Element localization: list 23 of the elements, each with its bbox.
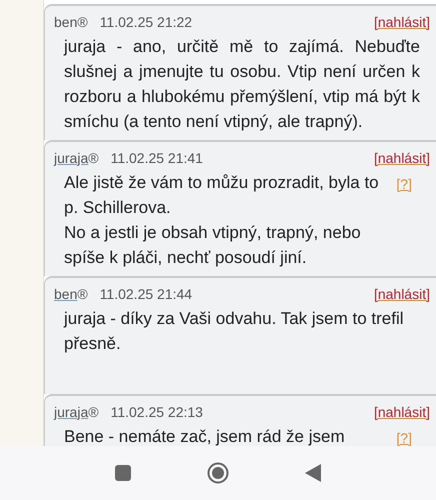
registered-mark: ®: [77, 12, 88, 32]
recents-icon[interactable]: [115, 465, 131, 481]
report-link[interactable]: [nahlásit]: [374, 12, 430, 32]
registered-mark: ®: [77, 284, 88, 304]
comment-text: juraja - díky za Vaši odvahu. Tak jsem to trefil přesně.: [64, 308, 405, 355]
report-link[interactable]: [nahlásit]: [374, 148, 430, 168]
comment-text: juraja - ano, určitě mě to zajímá. Nebuďte slušnej a jmenujte tu osobu. Vtip není určen k rozboru a hlubokému přemýšlení, vtip má být k smíchu (a tento není vtipný, ale trapný).: [64, 36, 420, 133]
comment-date: 11.02.25 21:22: [100, 12, 192, 32]
comment-date: 11.02.25 21:41: [110, 148, 203, 168]
registered-mark: ®: [88, 402, 99, 420]
report-link[interactable]: [nahlásit]: [374, 402, 430, 422]
registered-mark: ®: [88, 148, 99, 166]
author-name[interactable]: juraja: [54, 148, 88, 168]
author-name[interactable]: ben: [54, 284, 78, 304]
comment-text: Bene - nemáte zač, jsem rád že jsem: [64, 426, 346, 446]
home-icon[interactable]: [207, 462, 229, 484]
author-name[interactable]: juraja: [54, 402, 88, 422]
comment-text: Ale jistě že vám to můžu prozradit, byla to p. Schillerova. No a jestli je obsah vtipný, trapný, nebo spíše k pláči, nechť posoudí jiní.: [64, 172, 380, 269]
back-icon[interactable]: [305, 464, 321, 482]
author-name[interactable]: ben: [54, 12, 78, 32]
comment-date: 11.02.25 22:13: [110, 402, 203, 422]
report-link[interactable]: [nahlásit]: [374, 284, 430, 304]
comment-date: 11.02.25 21:44: [100, 284, 192, 304]
